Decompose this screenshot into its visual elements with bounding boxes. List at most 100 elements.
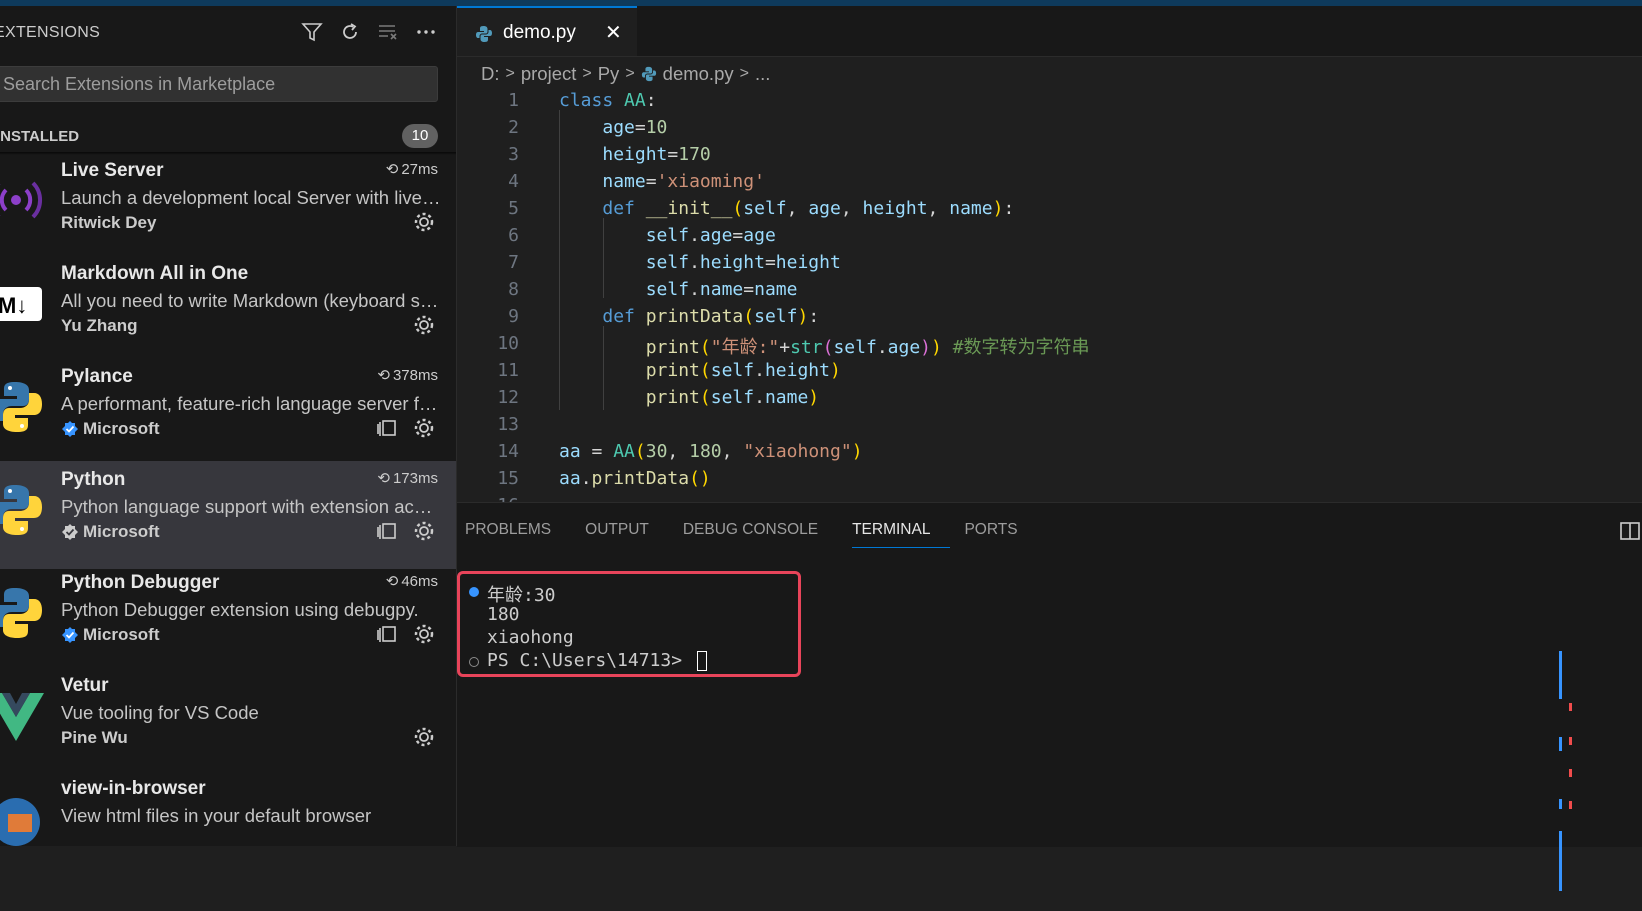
scroll-marker	[1559, 737, 1562, 751]
vue-logo-icon	[0, 685, 46, 745]
manage-gear-icon[interactable]	[412, 416, 436, 440]
installed-label: INSTALLED	[0, 128, 80, 145]
scroll-marker	[1569, 737, 1572, 745]
code-line: 11 print(self.height)	[497, 360, 841, 381]
activation-time: ⟲ 173ms	[377, 469, 438, 488]
breadcrumb-item[interactable]: demo.py	[663, 63, 734, 85]
code-line: 14 aa = AA(30, 180, "xiaohong")	[497, 441, 863, 462]
scroll-marker	[1559, 799, 1562, 809]
terminal-cursor	[696, 651, 707, 671]
breadcrumb-item[interactable]: D:	[481, 63, 500, 85]
activation-time: ⟲ 378ms	[377, 366, 438, 385]
code-line: 6 self.age=age	[508, 225, 776, 246]
browser-logo-icon	[0, 788, 46, 846]
code-line: 9 def printData(self):	[508, 306, 820, 327]
chevron-right-icon: >	[739, 65, 749, 82]
extension-name: view-in-browser	[61, 778, 206, 799]
svg-text:M↓: M↓	[0, 293, 27, 318]
sync-ignored-icon[interactable]	[376, 624, 398, 644]
close-icon[interactable]: ✕	[605, 20, 622, 45]
tab-debug-console[interactable]: DEBUG CONSOLE	[683, 521, 838, 548]
scroll-marker	[1569, 801, 1572, 809]
clear-search-icon[interactable]	[376, 20, 400, 44]
code-line: 7 self.height=height	[508, 252, 841, 273]
sidebar-title: EXTENSIONS	[0, 24, 101, 41]
terminal-scrollbar-markers[interactable]	[1557, 651, 1577, 911]
code-line: 1 class AA:	[508, 90, 657, 111]
tab-problems[interactable]: PROBLEMS	[465, 521, 571, 548]
extension-publisher: Microsoft	[61, 625, 160, 645]
breadcrumb: D: > project > Py > demo.py > ...	[481, 63, 770, 85]
terminal-output[interactable]: 年龄:30 180 xiaohong PS C:\Users\14713>	[457, 571, 1577, 891]
code-line: 12 print(self.name)	[497, 387, 820, 408]
sync-ignored-icon[interactable]	[376, 521, 398, 541]
extension-item-pylance[interactable]: Pylance ⟲ 378ms A performant, feature-ric…	[0, 358, 456, 466]
chevron-right-icon: >	[625, 65, 635, 82]
chevron-right-icon: >	[582, 65, 592, 82]
tab-demo-py[interactable]: demo.py ✕	[457, 6, 637, 56]
extension-name: Python	[61, 469, 126, 490]
verified-badge-icon	[62, 421, 78, 437]
extension-publisher: Yu Zhang	[61, 316, 138, 335]
extension-item-python[interactable]: Python ⟲ 173ms Python language support wi…	[0, 461, 456, 569]
manage-gear-icon[interactable]	[412, 313, 436, 337]
extension-description: Python Debugger extension using debugpy.	[61, 599, 419, 620]
code-line: 2 age=10	[508, 117, 668, 138]
scroll-marker	[1569, 769, 1572, 777]
scroll-marker	[1569, 703, 1572, 711]
history-icon: ⟲	[385, 573, 399, 590]
code-line: 3 height=170	[508, 144, 711, 165]
breadcrumb-item[interactable]: project	[521, 63, 577, 85]
extensions-sidebar: EXTENSIONS INSTALLED 10	[0, 6, 457, 846]
search-input[interactable]	[0, 67, 429, 101]
manage-gear-icon[interactable]	[412, 622, 436, 646]
tab-ports[interactable]: PORTS	[964, 521, 1037, 548]
history-icon: ⟲	[385, 161, 399, 178]
scroll-marker	[1559, 651, 1562, 699]
extension-item-python-debugger[interactable]: Python Debugger ⟲ 46ms Python Debugger ex…	[0, 564, 456, 672]
python-logo-icon	[0, 376, 46, 436]
breadcrumb-item[interactable]: ...	[755, 63, 770, 85]
history-icon: ⟲	[377, 470, 390, 487]
tab-output[interactable]: OUTPUT	[585, 521, 669, 548]
extension-item-view-in-browser[interactable]: view-in-browser View html files in your …	[0, 770, 456, 846]
extension-name: Pylance	[61, 366, 133, 387]
extension-publisher: Pine Wu	[61, 728, 128, 747]
manage-gear-icon[interactable]	[412, 725, 436, 749]
tab-terminal[interactable]: TERMINAL	[852, 521, 951, 548]
manage-gear-icon[interactable]	[412, 210, 436, 234]
filter-icon[interactable]	[300, 20, 324, 44]
installed-count-badge: 10	[402, 124, 438, 148]
breadcrumb-item[interactable]: Py	[598, 63, 620, 85]
sidebar-header: EXTENSIONS	[0, 6, 456, 60]
code-editor[interactable]: 1 class AA: 2 age=10 3 height=170 4 name=…	[457, 90, 1642, 502]
scroll-marker	[1559, 831, 1562, 891]
extension-name: Python Debugger	[61, 572, 220, 593]
extension-name: Live Server	[61, 160, 164, 181]
extension-item-vetur[interactable]: Vetur Vue tooling for VS Code Pine Wu	[0, 667, 456, 775]
code-line: 16	[457, 495, 1642, 502]
code-line: 4 name='xiaoming'	[508, 171, 765, 192]
verified-badge-icon	[62, 627, 78, 643]
split-terminal-icon[interactable]	[1618, 519, 1642, 543]
sync-ignored-icon[interactable]	[376, 418, 398, 438]
refresh-icon[interactable]	[338, 20, 362, 44]
manage-gear-icon[interactable]	[412, 519, 436, 543]
code-line: 10 print("年龄:"+str(self.age)) #数字转为字符串	[497, 333, 1090, 358]
extension-search-box[interactable]	[0, 66, 438, 102]
verified-badge-icon	[62, 524, 78, 540]
history-icon: ⟲	[377, 367, 390, 384]
extension-item-live-server[interactable]: Live Server ⟲ 27ms Launch a development l…	[0, 152, 456, 260]
extension-description: Python language support with extension a…	[61, 496, 441, 517]
terminal-line: xiaohong	[487, 627, 574, 648]
tab-label: demo.py	[503, 22, 576, 43]
bottom-panel: PROBLEMS OUTPUT DEBUG CONSOLE TERMINAL P…	[457, 502, 1642, 891]
extension-description: View html files in your default browser	[61, 805, 372, 826]
activation-time: ⟲ 27ms	[385, 160, 438, 179]
extension-item-markdown-all-in-one[interactable]: M↓ Markdown All in One All you need to w…	[0, 255, 456, 363]
installed-section-header[interactable]: INSTALLED 10	[0, 118, 456, 152]
extension-description: All you need to write Markdown (keyboard…	[61, 290, 441, 311]
more-actions-icon[interactable]	[414, 20, 438, 44]
sidebar-actions	[300, 20, 438, 44]
python-file-icon	[476, 26, 492, 42]
